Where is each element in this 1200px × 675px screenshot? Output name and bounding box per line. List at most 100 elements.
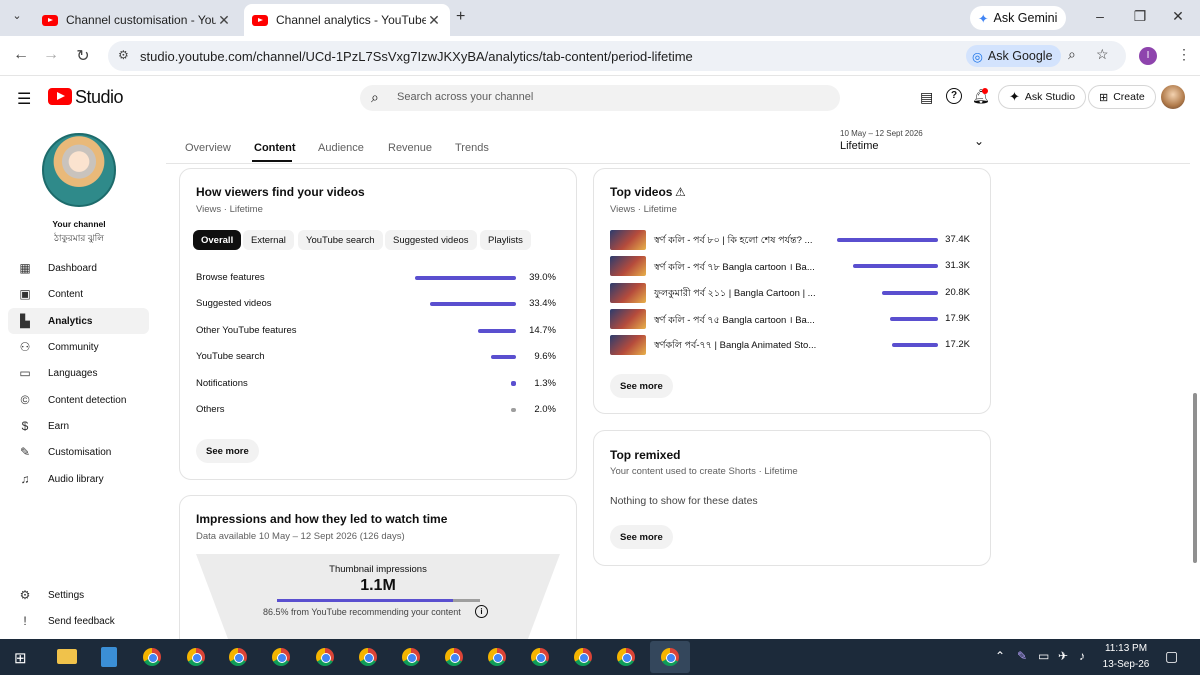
sidebar-item-analytics[interactable]: ▙ Analytics	[8, 308, 149, 334]
youtube-logo-icon[interactable]	[48, 88, 72, 105]
tab-content[interactable]: Content	[254, 142, 296, 154]
battery-icon[interactable]: ▭	[1038, 649, 1049, 663]
close-tab-icon[interactable]: ✕	[426, 12, 442, 29]
minimize-icon[interactable]: –	[1090, 8, 1110, 28]
video-title[interactable]: স্বর্ণ কলি - পর্ব ৭৫ Bangla cartoon । Ba…	[654, 313, 815, 329]
chrome-profile-icon[interactable]	[402, 648, 420, 666]
video-thumbnail[interactable]	[610, 335, 646, 356]
sidebar-item-customisation[interactable]: ✎ Customisation	[8, 439, 149, 465]
period-selector[interactable]: 10 May – 12 Sept 2026 Lifetime ⌄	[838, 126, 998, 156]
tab-overview[interactable]: Overview	[185, 142, 231, 154]
chip-external[interactable]: External	[243, 230, 294, 250]
calculator-icon[interactable]	[101, 647, 117, 667]
browser-tab-analytics[interactable]: Channel analytics - YouTube Studio ✕	[244, 4, 450, 36]
top-video-row[interactable]: ফুলকুমারী পর্ব ২১১ | Bangla Cartoon | ..…	[610, 282, 970, 303]
chrome-active-icon[interactable]	[661, 648, 679, 666]
tab-revenue[interactable]: Revenue	[388, 142, 432, 154]
top-video-row[interactable]: স্বর্ণ কলি - পর্ব ৭৫ Bangla cartoon । Ba…	[610, 308, 970, 329]
ask-gemini-button[interactable]: ✦ Ask Gemini	[970, 6, 1066, 30]
volume-icon[interactable]: ♪	[1079, 649, 1085, 663]
ask-google-button[interactable]: ◎ Ask Google	[966, 45, 1061, 67]
ask-studio-button[interactable]: ✦ Ask Studio	[998, 85, 1087, 109]
notifications-icon[interactable]: 🔔︎	[972, 88, 990, 105]
chrome-profile-icon[interactable]	[488, 648, 506, 666]
clock-date[interactable]: 13-Sep-26	[1100, 659, 1152, 670]
search-input[interactable]: ⌕ Search across your channel	[360, 85, 840, 111]
restore-icon[interactable]: ❐	[1130, 8, 1150, 28]
back-icon[interactable]: ←	[10, 46, 32, 64]
video-thumbnail[interactable]	[610, 282, 646, 303]
see-more-button[interactable]: See more	[610, 525, 673, 549]
chip-playlists[interactable]: Playlists	[480, 230, 531, 250]
sidebar-item-community[interactable]: ⚇ Community	[8, 334, 149, 360]
forward-icon[interactable]: →	[40, 46, 62, 64]
airplane-icon[interactable]: ✈	[1058, 649, 1068, 663]
new-tab-button[interactable]: +	[456, 8, 465, 26]
see-more-button[interactable]: See more	[610, 374, 673, 398]
sidebar-item-label: Audio library	[48, 473, 104, 485]
zoom-icon[interactable]: ⌕	[1068, 46, 1076, 63]
file-explorer-icon[interactable]	[57, 649, 77, 664]
impressions-value: 1.1M	[360, 577, 396, 594]
video-views-value: 37.4K	[945, 234, 970, 245]
create-button[interactable]: ⊞ Create	[1088, 85, 1156, 109]
chip-youtube-search[interactable]: YouTube search	[298, 230, 383, 250]
top-video-row[interactable]: স্বর্ণকলি পর্ব-৭৭ | Bangla Animated Sto.…	[610, 335, 970, 356]
tab-audience[interactable]: Audience	[318, 142, 364, 154]
windows-start-icon[interactable]: ⊞	[14, 649, 27, 667]
account-avatar[interactable]	[1161, 85, 1185, 109]
chrome-profile-icon[interactable]	[445, 648, 463, 666]
video-thumbnail[interactable]	[610, 256, 646, 277]
notification-center-icon[interactable]: ▢	[1165, 648, 1178, 665]
video-title[interactable]: স্বর্ণ কলি - পর্ব ৮০ | কি হলো শেষ পর্যন্…	[654, 234, 812, 249]
chrome-profile-icon[interactable]	[531, 648, 549, 666]
video-title[interactable]: স্বর্ণকলি পর্ব-৭৭ | Bangla Animated Sto.…	[654, 339, 816, 354]
video-thumbnail[interactable]	[610, 230, 646, 250]
profile-avatar[interactable]: I	[1139, 47, 1157, 65]
info-icon[interactable]: i	[475, 605, 488, 618]
help-icon[interactable]: ?	[946, 88, 962, 104]
video-title[interactable]: স্বর্ণ কলি - পর্ব ৭৮ Bangla cartoon । Ba…	[654, 260, 815, 276]
chrome-icon[interactable]	[143, 648, 161, 666]
menu-icon[interactable]: ⋮	[1177, 46, 1191, 63]
tab-trends[interactable]: Trends	[455, 142, 489, 154]
chrome-profile-icon[interactable]	[617, 648, 635, 666]
tray-chevron-icon[interactable]: ⌃	[995, 649, 1005, 663]
video-title[interactable]: ফুলকুমারী পর্ব ২১১ | Bangla Cartoon | ..…	[654, 287, 816, 302]
video-thumbnail[interactable]	[610, 308, 646, 329]
chip-suggested-videos[interactable]: Suggested videos	[385, 230, 477, 250]
top-video-row[interactable]: স্বর্ণ কলি - পর্ব ৮০ | কি হলো শেষ পর্যন্…	[610, 230, 970, 250]
clock-time[interactable]: 11:13 PM	[1100, 643, 1152, 654]
site-info-icon[interactable]: ⚙	[118, 48, 129, 62]
sidebar-item-content[interactable]: ▣ Content	[8, 281, 149, 307]
messages-icon[interactable]: ▤	[920, 89, 933, 106]
chip-overall[interactable]: Overall	[193, 230, 242, 250]
hamburger-menu-icon[interactable]: ☰	[17, 89, 31, 109]
close-tab-icon[interactable]: ✕	[216, 12, 232, 29]
chrome-profile-icon[interactable]	[272, 648, 290, 666]
omnibox[interactable]: ⚙ studio.youtube.com/channel/UCd-1PzL7Ss…	[108, 41, 1126, 71]
sidebar-item-earn[interactable]: $ Earn	[8, 413, 149, 439]
chrome-profile-icon[interactable]	[187, 648, 205, 666]
bookmark-star-icon[interactable]: ☆	[1096, 46, 1109, 63]
channel-avatar[interactable]	[42, 133, 116, 207]
reload-icon[interactable]: ↻	[72, 46, 94, 66]
chrome-profile-icon[interactable]	[574, 648, 592, 666]
warning-icon[interactable]: ⚠	[675, 185, 686, 199]
sidebar-item-send-feedback[interactable]: ! Send feedback	[8, 608, 149, 634]
sidebar-item-settings[interactable]: ⚙ Settings	[8, 582, 149, 608]
chrome-profile-icon[interactable]	[316, 648, 334, 666]
top-video-row[interactable]: স্বর্ণ কলি - পর্ব ৭৮ Bangla cartoon । Ba…	[610, 256, 970, 277]
sidebar-item-audio-library[interactable]: ♫ Audio library	[8, 466, 149, 492]
sidebar-item-content-detection[interactable]: © Content detection	[8, 387, 149, 413]
sidebar-item-languages[interactable]: ▭ Languages	[8, 360, 149, 386]
close-window-icon[interactable]: ✕	[1168, 8, 1188, 28]
sidebar-item-dashboard[interactable]: ▦ Dashboard	[8, 255, 149, 281]
browser-tab-customisation[interactable]: Channel customisation - YouTube Studio ✕	[34, 4, 240, 36]
pen-icon[interactable]: ✎	[1017, 649, 1027, 663]
chrome-profile-icon[interactable]	[229, 648, 247, 666]
page-scrollbar[interactable]	[1193, 393, 1197, 563]
tab-search-icon[interactable]: ⌄	[8, 9, 26, 27]
see-more-button[interactable]: See more	[196, 439, 259, 463]
chrome-profile-icon[interactable]	[359, 648, 377, 666]
